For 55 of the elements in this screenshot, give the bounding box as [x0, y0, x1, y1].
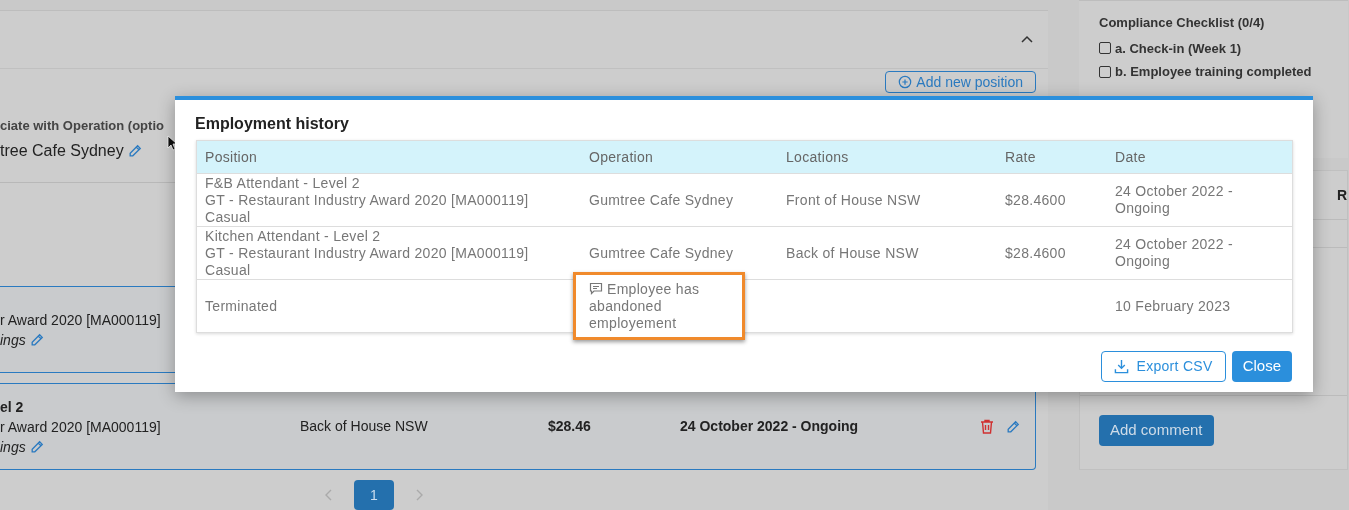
rate-text: $28.4600 — [1005, 244, 1067, 262]
award-text: r Award 2020 [MA000119] — [0, 310, 162, 330]
settings-text: ings — [0, 330, 26, 350]
plus-circle-icon — [898, 74, 913, 89]
checklist-title: Compliance Checklist (0/4) — [1099, 14, 1266, 32]
modal-title: Employment history — [195, 114, 350, 134]
pencil-icon[interactable] — [29, 439, 44, 454]
position-text: Kitchen Attendant - Level 2 — [205, 227, 382, 245]
add-comment-button[interactable]: Add comment — [1099, 415, 1214, 446]
settings-text: ings — [0, 437, 26, 457]
location-text: Front of House NSW — [786, 191, 922, 209]
date-text: 24 October 2022 - Ongoing — [1115, 183, 1234, 217]
comment-icon — [589, 281, 603, 295]
checkbox[interactable] — [1099, 65, 1111, 78]
add-position-button[interactable]: Add new position — [885, 70, 1036, 93]
download-icon — [1113, 359, 1129, 374]
operation-value: tree Cafe Sydney — [0, 141, 124, 162]
rate-text: $28.4600 — [1005, 191, 1067, 209]
pencil-icon[interactable] — [1006, 419, 1020, 434]
close-button[interactable]: Close — [1231, 351, 1292, 382]
award-text: r Award 2020 [MA000119] — [0, 417, 162, 437]
position-text: Terminated — [205, 297, 279, 315]
location-text: Back of House NSW — [786, 244, 920, 262]
chevron-left-icon[interactable] — [324, 488, 334, 502]
column-header: Rate — [1005, 148, 1036, 165]
checklist-item[interactable]: a. Check-in (Week 1) — [1099, 38, 1348, 58]
position-text: F&B Attendant - Level 2 — [205, 174, 361, 192]
position-text: GT - Restaurant Industry Award 2020 [MA000119] — [205, 244, 530, 262]
pencil-icon[interactable] — [29, 332, 44, 347]
date-text: 24 October 2022 - Ongoing — [1115, 236, 1234, 270]
checkbox[interactable] — [1099, 42, 1111, 55]
column-header: Locations — [786, 148, 849, 165]
column-heading: R — [1336, 185, 1347, 205]
operation-text: Gumtree Cafe Sydney — [589, 244, 734, 262]
chevron-right-icon[interactable] — [414, 488, 424, 502]
date-text: 10 February 2023 — [1115, 297, 1232, 315]
column-header: Date — [1115, 148, 1146, 165]
position-text: GT - Restaurant Industry Award 2020 [MA000119] — [205, 191, 530, 209]
rate-text: $28.46 — [548, 418, 591, 434]
pencil-icon[interactable] — [127, 144, 142, 159]
page-button[interactable]: 1 — [354, 480, 394, 510]
chevron-up-icon[interactable] — [1020, 34, 1034, 45]
position-text: Casual — [205, 208, 252, 226]
date-text: 24 October 2022 - Ongoing — [680, 418, 859, 434]
position-title: el 2 — [0, 397, 25, 417]
field-label: ciate with Operation (optio — [0, 116, 165, 135]
operation-text: Gumtree Cafe Sydney — [589, 191, 734, 209]
operation-text: Employee has abandoned employement — [589, 280, 701, 332]
column-header: Operation — [589, 148, 654, 165]
trash-icon[interactable] — [980, 419, 994, 434]
export-csv-button[interactable]: Export CSV — [1100, 351, 1226, 382]
column-header: Position — [205, 148, 258, 165]
location-text: Back of House NSW — [300, 418, 428, 434]
position-text: Casual — [205, 261, 252, 279]
checklist-item[interactable]: b. Employee training completed — [1099, 62, 1348, 82]
